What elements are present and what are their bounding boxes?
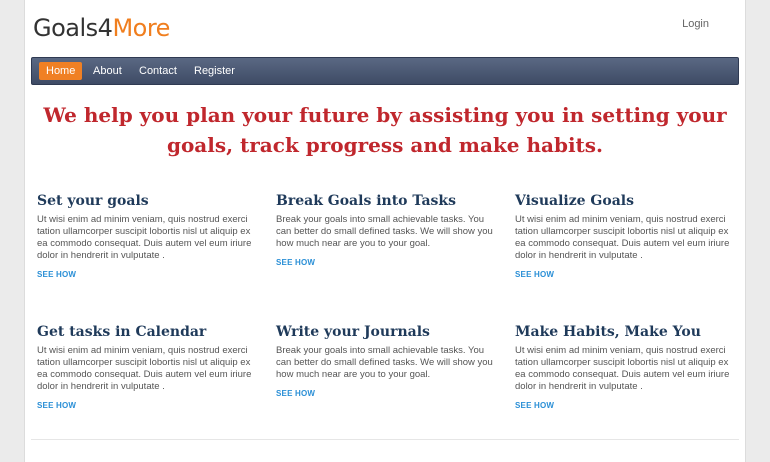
feature-text: Break your goals into small achievable t… [276, 345, 493, 380]
main-nav: Home About Contact Register [31, 57, 739, 85]
see-how-link[interactable]: SEE HOW [276, 258, 315, 267]
nav-item-register[interactable]: Register [187, 62, 242, 80]
feature-text: Ut wisi enim ad minim veniam, quis nostr… [515, 345, 730, 392]
site-logo[interactable]: Goals4More [33, 14, 170, 42]
feature-set-goals: Set your goals Ut wisi enim ad minim ven… [37, 192, 257, 282]
feature-habits: Make Habits, Make You Ut wisi enim ad mi… [515, 323, 735, 413]
page-container: Goals4More Login Home About Contact Regi… [24, 0, 746, 462]
see-how-link[interactable]: SEE HOW [37, 270, 76, 279]
feature-text: Break your goals into small achievable t… [276, 214, 493, 249]
see-how-link[interactable]: SEE HOW [276, 389, 315, 398]
logo-text-part2: More [112, 14, 170, 42]
feature-text: Ut wisi enim ad minim veniam, quis nostr… [515, 214, 730, 261]
hero-line-1: We help you plan your future by assistin… [43, 103, 727, 127]
feature-visualize-goals: Visualize Goals Ut wisi enim ad minim ve… [515, 192, 735, 282]
hero-tagline: We help you plan your future by assistin… [35, 100, 735, 160]
logo-text-part1: Goals4 [33, 14, 113, 42]
see-how-link[interactable]: SEE HOW [37, 401, 76, 410]
nav-item-contact[interactable]: Contact [132, 62, 184, 80]
feature-text: Ut wisi enim ad minim veniam, quis nostr… [37, 345, 252, 392]
hero-line-2: goals, track progress and make habits. [166, 133, 604, 157]
see-how-link[interactable]: SEE HOW [515, 270, 554, 279]
feature-title: Visualize Goals [515, 193, 634, 209]
feature-title: Write your Journals [276, 324, 430, 340]
feature-calendar: Get tasks in Calendar Ut wisi enim ad mi… [37, 323, 257, 413]
feature-break-goals: Break Goals into Tasks Break your goals … [276, 192, 496, 270]
feature-title: Make Habits, Make You [515, 324, 701, 340]
feature-title: Get tasks in Calendar [37, 324, 207, 340]
feature-title: Set your goals [37, 193, 149, 209]
feature-text: Ut wisi enim ad minim veniam, quis nostr… [37, 214, 252, 261]
login-link[interactable]: Login [682, 18, 709, 30]
see-how-link[interactable]: SEE HOW [515, 401, 554, 410]
feature-title: Break Goals into Tasks [276, 193, 456, 209]
nav-item-about[interactable]: About [86, 62, 129, 80]
footer-divider [31, 439, 739, 440]
feature-journals: Write your Journals Break your goals int… [276, 323, 496, 401]
nav-item-home[interactable]: Home [39, 62, 83, 80]
